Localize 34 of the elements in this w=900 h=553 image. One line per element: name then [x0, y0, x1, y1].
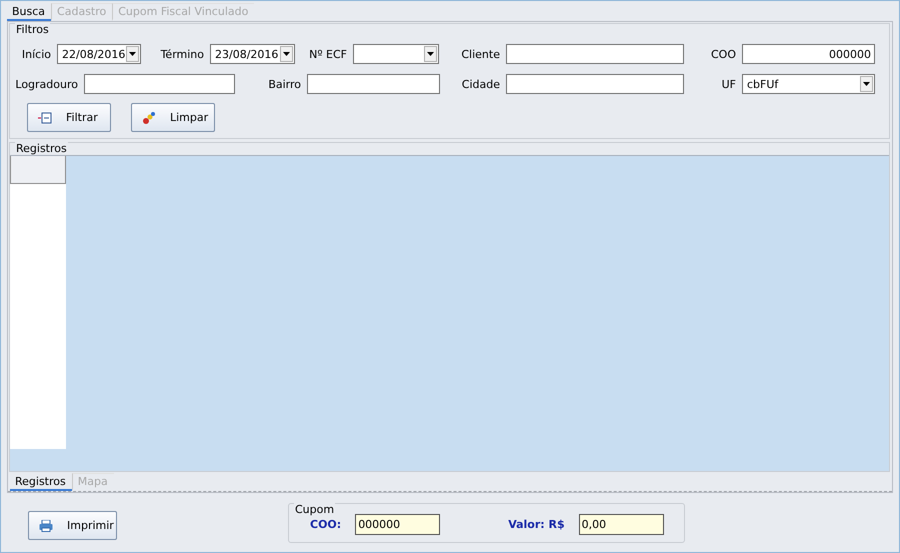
dropdown[interactable]: cbFUf [742, 74, 875, 94]
button[interactable]: Limpar [131, 103, 215, 132]
input-field[interactable]: 000000 [355, 514, 440, 535]
field-label: Bairro [267, 78, 302, 90]
tab[interactable]: Registros [10, 474, 72, 491]
field-label: Cidade [460, 78, 501, 90]
form-icon [38, 112, 52, 124]
input-field[interactable] [84, 74, 235, 94]
field-label: COO [710, 48, 737, 60]
field-label: Cliente [460, 48, 501, 60]
group-title: Cupom [294, 503, 336, 516]
date-picker[interactable]: 22/08/2016 [57, 44, 141, 64]
input-field[interactable] [506, 44, 684, 64]
field-label: Nº ECF [308, 48, 348, 60]
print-button[interactable]: Imprimir [28, 511, 117, 540]
dropdown[interactable] [353, 44, 439, 64]
tab[interactable]: Busca [7, 4, 52, 21]
printer-icon [39, 520, 53, 532]
input-field[interactable] [307, 74, 440, 94]
field-label: Término [160, 48, 205, 60]
button[interactable]: Filtrar [27, 103, 111, 132]
field-label: Logradouro [14, 78, 79, 90]
input-field[interactable]: 000000 [742, 44, 875, 64]
input-field[interactable] [506, 74, 684, 94]
date-picker[interactable]: 23/08/2016 [210, 44, 295, 64]
grid-corner-cell [10, 156, 66, 184]
field-label: UF [720, 78, 737, 90]
field-label: Valor: R$ [508, 518, 565, 531]
group-title: Registros [15, 142, 68, 155]
dots-icon [142, 110, 156, 124]
input-field[interactable]: 0,00 [578, 514, 664, 535]
group-title: Filtros [15, 23, 50, 36]
field-label: COO: [310, 518, 342, 531]
field-label: Início [20, 48, 52, 60]
